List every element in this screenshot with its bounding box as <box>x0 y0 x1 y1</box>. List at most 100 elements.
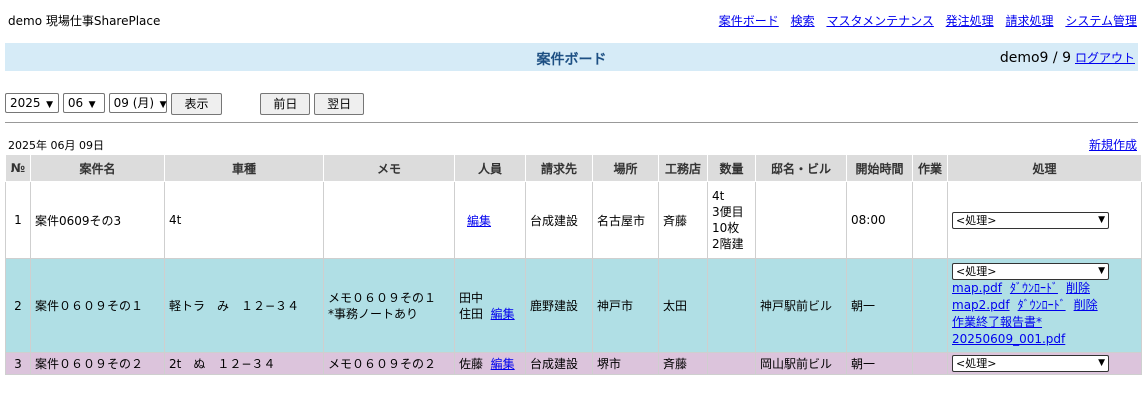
page-title: 案件ボード <box>536 52 607 68</box>
chevron-down-icon: ▼ <box>1098 214 1105 225</box>
file-download-link[interactable]: ﾀﾞｳﾝﾛｰﾄﾞ <box>1010 281 1058 295</box>
chevron-down-icon: ▼ <box>1098 358 1105 368</box>
case-name: 案件０６０９その１ <box>30 258 165 353</box>
month-value: 06 <box>67 96 84 110</box>
new-case-link[interactable]: 新規作成 <box>1089 136 1137 153</box>
file-delete-link[interactable]: 削除 <box>1066 281 1090 295</box>
action-select[interactable]: <処理> ▼ <box>952 211 1109 229</box>
staff-cell: 佐藤 編集 <box>454 352 526 375</box>
work <box>912 181 948 259</box>
staff-cell: 編集 <box>454 181 526 259</box>
col-header-start-time: 開始時間 <box>846 154 913 182</box>
place: 堺市 <box>592 352 659 375</box>
vehicle: 2t ぬ １２−３４ <box>164 352 324 375</box>
col-header-staff: 人員 <box>454 154 526 182</box>
top-nav: 案件ボード 検索 マスタメンテナンス 発注処理 請求処理 システム管理 <box>711 12 1137 29</box>
nav-link-order-processing[interactable]: 発注処理 <box>946 14 994 28</box>
work <box>912 352 948 375</box>
place: 名古屋市 <box>592 181 659 259</box>
logout-link[interactable]: ログアウト <box>1075 51 1135 65</box>
start-time: 朝一 <box>846 352 913 375</box>
building: 神戸駅前ビル <box>755 258 847 353</box>
quantity-line: 10枚 <box>712 221 740 235</box>
next-day-button[interactable]: 翌日 <box>314 93 365 115</box>
prev-day-button[interactable]: 前日 <box>260 93 311 115</box>
row-no: 1 <box>5 181 31 259</box>
file-download-link[interactable]: ﾀﾞｳﾝﾛｰﾄﾞ <box>1018 298 1066 312</box>
table-row: 2 案件０６０９その１ 軽トラ み １２−３４ メモ０６０９その１ *事務ノート… <box>5 258 1142 353</box>
report-link[interactable]: 作業終了報告書* <box>952 315 1042 329</box>
nav-link-master-maintenance[interactable]: マスタメンテナンス <box>826 14 933 28</box>
quantity-line: 4t <box>712 189 725 203</box>
action-cell: <処理> ▼ <box>947 352 1142 375</box>
col-header-vehicle: 車種 <box>164 154 324 182</box>
case-table: № 案件名 車種 メモ 人員 請求先 場所 工務店 数量 邸名・ビル 開始時間 … <box>5 154 1142 375</box>
site-title: demo 現場仕事SharePlace <box>8 14 161 28</box>
nav-link-search[interactable]: 検索 <box>791 14 815 28</box>
chevron-down-icon: ▼ <box>46 100 53 110</box>
chevron-down-icon: ▼ <box>159 100 167 110</box>
divider <box>5 122 1138 123</box>
quantity-line: 2階建 <box>712 237 744 251</box>
action-cell: <処理> ▼ map.pdf ﾀﾞｳﾝﾛｰﾄﾞ 削除 map2.pdf ﾀﾞｳﾝﾛｰﾄﾞ… <box>947 258 1142 353</box>
col-header-case-name: 案件名 <box>30 154 165 182</box>
day-select[interactable]: 09 (月) ▼ <box>108 93 167 113</box>
staff-edit-link[interactable]: 編集 <box>467 214 491 228</box>
vehicle: 軽トラ み １２−３４ <box>164 258 324 353</box>
building <box>755 181 847 259</box>
title-bar: 案件ボード demo9 / 9 ログアウト <box>5 43 1138 71</box>
col-header-memo: メモ <box>323 154 455 182</box>
file-link[interactable]: map.pdf <box>952 281 1002 295</box>
work <box>912 258 948 353</box>
row-no: 2 <box>5 258 31 353</box>
date-controls: 2025 ▼ 06 ▼ 09 (月) ▼ 表示 前日 翌日 <box>5 93 365 115</box>
action-select[interactable]: <処理> ▼ <box>952 355 1109 372</box>
builder: 斉藤 <box>658 181 708 259</box>
col-header-builder: 工務店 <box>658 154 708 182</box>
show-button[interactable]: 表示 <box>171 93 222 115</box>
memo: メモ０６０９その１ *事務ノートあり <box>323 258 455 353</box>
file-delete-link[interactable]: 削除 <box>1074 298 1098 312</box>
user-name: demo9 / 9 <box>999 50 1071 66</box>
start-time: 08:00 <box>846 181 913 259</box>
vehicle: 4t <box>164 181 324 259</box>
col-header-place: 場所 <box>592 154 659 182</box>
col-header-billing: 請求先 <box>525 154 593 182</box>
nav-link-system-admin[interactable]: システム管理 <box>1065 14 1137 28</box>
nav-link-billing[interactable]: 請求処理 <box>1006 14 1054 28</box>
billing: 鹿野建設 <box>525 258 593 353</box>
staff-name: 住田 <box>459 306 484 321</box>
year-value: 2025 <box>10 96 41 110</box>
col-header-action: 処理 <box>947 154 1142 182</box>
quantity-line: 3便目 <box>712 205 744 219</box>
action-select[interactable]: <処理> ▼ <box>952 263 1109 280</box>
memo-note: *事務ノートあり <box>328 306 419 321</box>
chevron-down-icon: ▼ <box>88 100 96 110</box>
quantity: 4t 3便目 10枚 2階建 <box>707 181 756 259</box>
billing: 台成建設 <box>525 352 593 375</box>
case-name: 案件0609その3 <box>30 181 165 259</box>
action-select-value: <処理> <box>956 265 997 278</box>
staff-edit-link[interactable]: 編集 <box>491 357 515 371</box>
start-time: 朝一 <box>846 258 913 353</box>
file-link[interactable]: map2.pdf <box>952 298 1010 312</box>
action-cell: <処理> ▼ <box>947 181 1142 259</box>
memo <box>323 181 455 259</box>
staff-edit-link[interactable]: 編集 <box>491 307 515 321</box>
nav-link-case-board[interactable]: 案件ボード <box>719 14 779 28</box>
year-select[interactable]: 2025 ▼ <box>5 93 59 113</box>
col-header-building: 邸名・ビル <box>755 154 847 182</box>
case-name: 案件０６０９その２ <box>30 352 165 375</box>
action-select-value: <処理> <box>956 213 997 227</box>
table-header-row: № 案件名 車種 メモ 人員 請求先 場所 工務店 数量 邸名・ビル 開始時間 … <box>5 154 1142 182</box>
day-value: 09 (月) <box>113 96 155 110</box>
table-row: 1 案件0609その3 4t 編集 台成建設 名古屋市 斉藤 4t 3便目 10… <box>5 181 1142 259</box>
chevron-down-icon: ▼ <box>1098 266 1105 276</box>
report-file-link[interactable]: 20250609_001.pdf <box>952 332 1065 346</box>
row-no: 3 <box>5 352 31 375</box>
staff-cell: 田中 住田 編集 <box>454 258 526 353</box>
place: 神戸市 <box>592 258 659 353</box>
staff-name: 佐藤 <box>459 357 484 371</box>
memo-line: メモ０６０９その１ <box>328 290 437 305</box>
month-select[interactable]: 06 ▼ <box>62 93 105 113</box>
